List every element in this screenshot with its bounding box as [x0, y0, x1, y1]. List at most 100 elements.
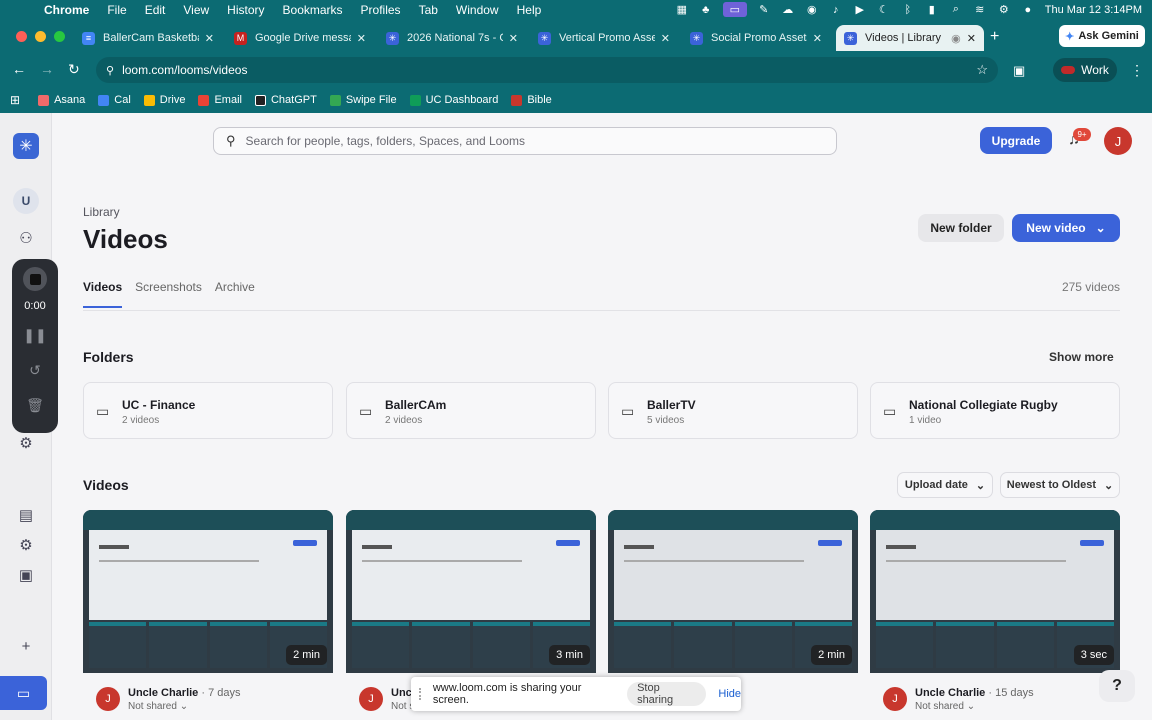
folder-card[interactable]: ▭ National Collegiate Rugby 1 video: [870, 382, 1120, 439]
menu-help[interactable]: Help: [517, 3, 542, 17]
close-tab-icon[interactable]: ✕: [813, 32, 822, 45]
browser-tab[interactable]: ✳ 2026 National 7s - C ✕: [378, 25, 526, 51]
screen-icon[interactable]: ▣: [16, 565, 36, 585]
wifi-icon[interactable]: ≋: [973, 4, 987, 16]
close-tab-icon[interactable]: ✕: [661, 32, 670, 45]
bookmark-star-icon[interactable]: ☆: [976, 62, 988, 78]
share-status[interactable]: Not shared ⌄: [128, 701, 188, 712]
gear-icon[interactable]: ⚙: [16, 535, 36, 555]
menu-file[interactable]: File: [107, 3, 126, 17]
video-thumbnail[interactable]: 3 sec: [870, 510, 1120, 673]
pause-icon[interactable]: ❚❚: [23, 325, 46, 345]
close-tab-icon[interactable]: ✕: [509, 32, 518, 45]
folder-card[interactable]: ▭ BallerTV 5 videos: [608, 382, 858, 439]
close-tab-icon[interactable]: ✕: [967, 32, 976, 45]
video-thumbnail[interactable]: 3 min: [346, 510, 596, 673]
video-owner[interactable]: Uncle Charlie · 15 days: [915, 687, 1034, 699]
breadcrumb[interactable]: Library: [83, 205, 120, 219]
owner-avatar[interactable]: J: [96, 687, 120, 711]
cloud-status-icon[interactable]: ☁: [781, 4, 795, 16]
video-card[interactable]: 2 min J Uncle Charlie · 7 days Not share…: [83, 510, 333, 720]
record-video-button[interactable]: ▭: [0, 676, 47, 710]
bookmark-asana[interactable]: Asana: [38, 94, 85, 106]
browser-tab[interactable]: ✳ Social Promo Assets ✕: [682, 25, 830, 51]
back-arrow-icon[interactable]: ←: [12, 61, 26, 77]
share-status[interactable]: Not shared ⌄: [915, 701, 975, 712]
bookmark-uc-dashboard[interactable]: UC Dashboard: [409, 94, 498, 106]
menu-bookmarks[interactable]: Bookmarks: [283, 3, 343, 17]
docs-icon[interactable]: ▤: [16, 505, 36, 525]
owner-avatar[interactable]: J: [359, 687, 383, 711]
trash-icon[interactable]: 🗑: [25, 395, 45, 415]
loom-logo-icon[interactable]: ✳: [13, 133, 39, 159]
site-info-icon[interactable]: ⚲: [106, 64, 114, 77]
people-status-icon[interactable]: ♣: [699, 4, 713, 16]
bookmark-email[interactable]: Email: [198, 94, 242, 106]
browser-tab[interactable]: ≡ BallerCam Basketball ✕: [74, 25, 222, 51]
forward-arrow-icon[interactable]: →: [40, 61, 54, 77]
battery-icon[interactable]: ▮: [925, 4, 939, 16]
close-tab-icon[interactable]: ✕: [357, 32, 366, 45]
video-card[interactable]: 3 sec J Uncle Charlie · 15 days Not shar…: [870, 510, 1120, 720]
video-thumbnail[interactable]: 2 min: [83, 510, 333, 673]
new-tab-icon[interactable]: +: [990, 28, 999, 46]
settings-icon[interactable]: ⚙: [16, 433, 36, 453]
close-window-button[interactable]: [16, 31, 27, 42]
owner-avatar[interactable]: J: [883, 687, 907, 711]
reload-icon[interactable]: ↻: [68, 61, 80, 78]
show-more-button[interactable]: Show more: [1049, 350, 1114, 364]
browser-tab-active[interactable]: ✳ Videos | Library | ◉ ✕: [836, 25, 984, 51]
ask-gemini-button[interactable]: ✦ Ask Gemini: [1059, 25, 1145, 47]
volume-icon[interactable]: ♪: [829, 4, 843, 16]
edit-status-icon[interactable]: ✎: [757, 4, 771, 16]
menu-history[interactable]: History: [227, 3, 264, 17]
zoom-window-button[interactable]: [54, 31, 65, 42]
menubar-clock[interactable]: Thu Mar 12 3:14PM: [1045, 4, 1142, 16]
video-thumbnail[interactable]: 2 min: [608, 510, 858, 673]
bookmark-cal[interactable]: Cal: [98, 94, 131, 106]
grid-status-icon[interactable]: ▦: [675, 4, 689, 16]
add-user-icon[interactable]: ⚇: [16, 228, 36, 248]
workspace-avatar[interactable]: U: [13, 188, 39, 214]
tab-archive[interactable]: Archive: [215, 280, 255, 308]
folder-card[interactable]: ▭ BallerCAm 2 videos: [346, 382, 596, 439]
user-avatar[interactable]: J: [1104, 127, 1132, 155]
play-status-icon[interactable]: ▶: [853, 4, 867, 16]
moon-icon[interactable]: ☾: [877, 4, 891, 16]
menu-view[interactable]: View: [183, 3, 209, 17]
menu-window[interactable]: Window: [456, 3, 499, 17]
sort-field-dropdown[interactable]: Upload date ⌄: [897, 472, 993, 498]
sort-order-dropdown[interactable]: Newest to Oldest ⌄: [1000, 472, 1120, 498]
drag-handle-icon[interactable]: [419, 688, 425, 700]
upgrade-button[interactable]: Upgrade: [980, 127, 1052, 154]
screen-share-status-icon[interactable]: ▭: [722, 2, 747, 17]
apps-grid-icon[interactable]: ⊞: [10, 93, 20, 107]
folder-card[interactable]: ▭ UC - Finance 2 videos: [83, 382, 333, 439]
control-center-icon[interactable]: ⚙: [997, 4, 1011, 16]
menu-edit[interactable]: Edit: [145, 3, 166, 17]
browser-tab[interactable]: M Google Drive message ✕: [226, 25, 374, 51]
help-button[interactable]: ?: [1099, 670, 1135, 702]
profile-button[interactable]: Work: [1053, 58, 1117, 82]
bookmark-bible[interactable]: Bible: [511, 94, 552, 106]
more-menu-icon[interactable]: ⋮: [1130, 62, 1144, 79]
hide-sharing-bar-link[interactable]: Hide: [718, 688, 741, 700]
search-input[interactable]: ⚲ Search for people, tags, folders, Spac…: [213, 127, 837, 155]
address-text[interactable]: loom.com/looms/videos: [122, 63, 247, 77]
menu-profiles[interactable]: Profiles: [361, 3, 401, 17]
add-icon[interactable]: +: [16, 636, 36, 656]
stop-sharing-button[interactable]: Stop sharing: [627, 682, 707, 706]
video-owner[interactable]: Uncle Charlie · 7 days: [128, 687, 241, 699]
bookmark-swipe-file[interactable]: Swipe File: [329, 94, 397, 106]
minimize-window-button[interactable]: [35, 31, 46, 42]
close-tab-icon[interactable]: ✕: [205, 32, 214, 45]
siri-icon[interactable]: ●: [1021, 4, 1035, 16]
bookmark-drive[interactable]: Drive: [143, 94, 185, 106]
new-video-button[interactable]: New video ⌄: [1012, 214, 1120, 242]
spotlight-search-icon[interactable]: ⌕: [949, 3, 963, 16]
tab-screenshots[interactable]: Screenshots: [135, 280, 202, 308]
lock-status-icon[interactable]: ◉: [805, 4, 819, 16]
restart-icon[interactable]: ↺: [25, 360, 45, 380]
address-bar[interactable]: ⚲ loom.com/looms/videos ☆: [96, 57, 998, 83]
menu-app-name[interactable]: Chrome: [44, 3, 89, 17]
